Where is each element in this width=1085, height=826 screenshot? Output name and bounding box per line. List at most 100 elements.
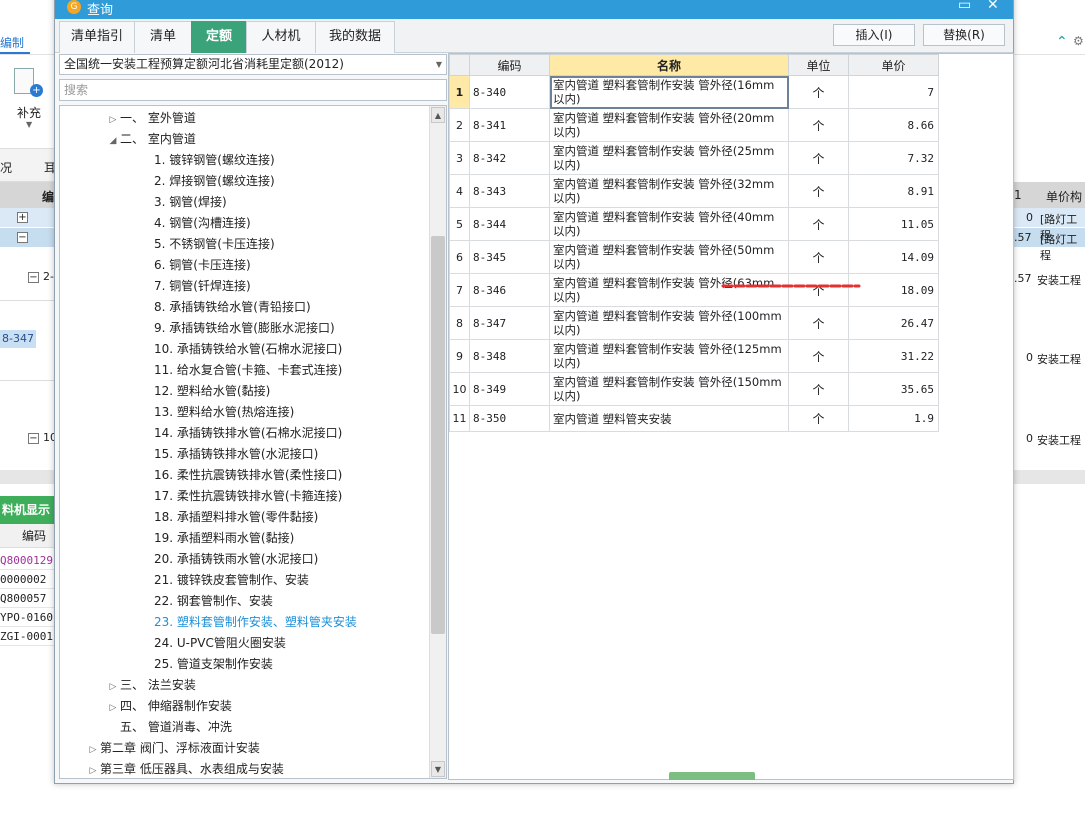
quota-name[interactable]: 室内管道 塑料套管制作安装 管外径(16mm以内): [549, 75, 789, 109]
quota-code[interactable]: 8-342: [469, 141, 550, 175]
quota-price[interactable]: 11.05: [848, 207, 939, 241]
material-code[interactable]: YPO-0160: [0, 608, 54, 627]
quota-name[interactable]: 室内管道 塑料套管制作安装 管外径(150mm以内): [549, 372, 789, 406]
quota-unit[interactable]: 个: [788, 174, 849, 208]
row-index[interactable]: 7: [449, 273, 470, 307]
tab-labor-material-machine[interactable]: 人材机: [246, 21, 316, 53]
tree-item[interactable]: 11. 给水复合管(卡箍、卡套式连接): [140, 360, 342, 381]
tree-item[interactable]: 8. 承插铸铁给水管(青铅接口): [140, 297, 311, 318]
tree-item[interactable]: ▷ 第二章 阀门、浮标液面计安装: [86, 738, 260, 759]
scroll-down-icon[interactable]: ▼: [431, 761, 445, 777]
quota-price[interactable]: 8.66: [848, 108, 939, 142]
quota-code[interactable]: 8-344: [469, 207, 550, 241]
table-row[interactable]: 6 8-345 室内管道 塑料套管制作安装 管外径(50mm以内) 个 14.09: [449, 240, 939, 274]
quota-price[interactable]: 31.22: [848, 339, 939, 373]
tree-item[interactable]: 23. 塑料套管制作安装、塑料管夹安装: [140, 612, 357, 633]
quota-code[interactable]: 8-346: [469, 273, 550, 307]
quota-price[interactable]: 8.91: [848, 174, 939, 208]
quota-unit[interactable]: 个: [788, 207, 849, 241]
tree-item[interactable]: 14. 承插铸铁排水管(石棉水泥接口): [140, 423, 342, 444]
tree-item[interactable]: ◢ 二、 室内管道: [106, 129, 196, 150]
close-icon[interactable]: ✕: [987, 0, 999, 13]
tree-item[interactable]: 10. 承插铸铁给水管(石棉水泥接口): [140, 339, 342, 360]
bg-selected-code[interactable]: 8-347: [0, 330, 36, 348]
table-row[interactable]: 10 8-349 室内管道 塑料套管制作安装 管外径(150mm以内) 个 35.65: [449, 372, 939, 406]
quota-name[interactable]: 室内管道 塑料套管制作安装 管外径(20mm以内): [549, 108, 789, 142]
table-row[interactable]: 5 8-344 室内管道 塑料套管制作安装 管外径(40mm以内) 个 11.05: [449, 207, 939, 241]
scroll-up-icon[interactable]: ▲: [431, 107, 445, 123]
tree-item[interactable]: 20. 承插铸铁雨水管(水泥接口): [140, 549, 318, 570]
table-row[interactable]: 1 8-340 室内管道 塑料套管制作安装 管外径(16mm以内) 个 7: [449, 75, 939, 109]
row-index[interactable]: 1: [449, 75, 470, 109]
row-index[interactable]: 8: [449, 306, 470, 340]
collapse-icon[interactable]: −: [28, 433, 39, 444]
quota-code[interactable]: 8-348: [469, 339, 550, 373]
material-code[interactable]: Q8000129: [0, 551, 54, 570]
table-row[interactable]: 7 8-346 室内管道 塑料套管制作安装 管外径(63mm以内) 个 18.09: [449, 273, 939, 307]
insert-button[interactable]: 插入(I): [833, 24, 915, 46]
tree-item[interactable]: 16. 柔性抗震铸铁排水管(柔性接口): [140, 465, 342, 486]
table-row[interactable]: 9 8-348 室内管道 塑料套管制作安装 管外径(125mm以内) 个 31.22: [449, 339, 939, 373]
expand-arrow-icon[interactable]: ▷: [86, 761, 100, 778]
chevron-down-icon[interactable]: ▼: [436, 55, 442, 74]
quota-unit[interactable]: 个: [788, 372, 849, 406]
bg-band-text[interactable]: 况: [0, 159, 12, 176]
tree-item[interactable]: 12. 塑料给水管(黏接): [140, 381, 270, 402]
tree-item[interactable]: ▷ 第三章 低压器具、水表组成与安装: [86, 759, 284, 778]
quota-code[interactable]: 8-350: [469, 405, 550, 432]
quota-name[interactable]: 室内管道 塑料套管制作安装 管外径(40mm以内): [549, 207, 789, 241]
quota-name[interactable]: 室内管道 塑料套管制作安装 管外径(50mm以内): [549, 240, 789, 274]
tree-item[interactable]: 21. 镀锌铁皮套管制作、安装: [140, 570, 309, 591]
expand-arrow-icon[interactable]: ▷: [106, 110, 120, 131]
collapse-up-icon[interactable]: ⌃: [1056, 34, 1068, 50]
quota-code[interactable]: 8-347: [469, 306, 550, 340]
tree-vertical-scrollbar[interactable]: ▲ ▼: [429, 106, 446, 778]
material-code[interactable]: ZGI-0001: [0, 627, 54, 646]
tree-item[interactable]: 17. 柔性抗震铸铁排水管(卡箍连接): [140, 486, 342, 507]
material-code[interactable]: Q800057: [0, 589, 54, 608]
row-index[interactable]: 9: [449, 339, 470, 373]
row-index[interactable]: 6: [449, 240, 470, 274]
quota-price[interactable]: 26.47: [848, 306, 939, 340]
collapse-icon[interactable]: −: [28, 272, 39, 283]
expand-arrow-icon[interactable]: ▷: [106, 677, 120, 698]
tree-item[interactable]: 1. 镀锌钢管(螺纹连接): [140, 150, 275, 171]
row-index[interactable]: 5: [449, 207, 470, 241]
tree-item[interactable]: ▷ 一、 室外管道: [106, 108, 196, 129]
tree-item[interactable]: ▷ 三、 法兰安装: [106, 675, 196, 696]
quota-code[interactable]: 8-349: [469, 372, 550, 406]
scrollbar-thumb[interactable]: [431, 236, 445, 634]
quota-price[interactable]: 35.65: [848, 372, 939, 406]
tree-item[interactable]: 4. 钢管(沟槽连接): [140, 213, 251, 234]
quota-price[interactable]: 1.9: [848, 405, 939, 432]
quota-code[interactable]: 8-343: [469, 174, 550, 208]
table-row[interactable]: 4 8-343 室内管道 塑料套管制作安装 管外径(32mm以内) 个 8.91: [449, 174, 939, 208]
quota-price[interactable]: 14.09: [848, 240, 939, 274]
row-index[interactable]: 4: [449, 174, 470, 208]
table-row[interactable]: 8 8-347 室内管道 塑料套管制作安装 管外径(100mm以内) 个 26.47: [449, 306, 939, 340]
tree-item[interactable]: 五、 管道消毒、冲洗: [106, 717, 232, 738]
table-row[interactable]: 2 8-341 室内管道 塑料套管制作安装 管外径(20mm以内) 个 8.66: [449, 108, 939, 142]
tab-bill[interactable]: 清单: [134, 21, 192, 53]
tree-item[interactable]: 7. 铜管(钎焊连接): [140, 276, 251, 297]
header-code[interactable]: 编码: [469, 54, 550, 76]
row-index[interactable]: 3: [449, 141, 470, 175]
gear-icon[interactable]: ⚙: [1073, 34, 1084, 48]
expand-arrow-icon[interactable]: ▷: [86, 740, 100, 761]
quota-name[interactable]: 室内管道 塑料套管制作安装 管外径(63mm以内): [549, 273, 789, 307]
quota-price[interactable]: 7: [848, 75, 939, 109]
quota-price[interactable]: 18.09: [848, 273, 939, 307]
quota-name[interactable]: 室内管道 塑料套管制作安装 管外径(100mm以内): [549, 306, 789, 340]
header-name[interactable]: 名称: [549, 54, 789, 76]
tab-quota[interactable]: 定额: [191, 21, 247, 53]
row-index[interactable]: 2: [449, 108, 470, 142]
replace-button[interactable]: 替换(R): [923, 24, 1005, 46]
tree-item[interactable]: 2. 焊接钢管(螺纹连接): [140, 171, 275, 192]
header-unit[interactable]: 单位: [788, 54, 849, 76]
header-price[interactable]: 单价: [848, 54, 939, 76]
quota-unit[interactable]: 个: [788, 141, 849, 175]
quota-unit[interactable]: 个: [788, 240, 849, 274]
quota-price[interactable]: 7.32: [848, 141, 939, 175]
tree-item[interactable]: 22. 钢套管制作、安装: [140, 591, 273, 612]
tree-item[interactable]: 25. 管道支架制作安装: [140, 654, 273, 675]
